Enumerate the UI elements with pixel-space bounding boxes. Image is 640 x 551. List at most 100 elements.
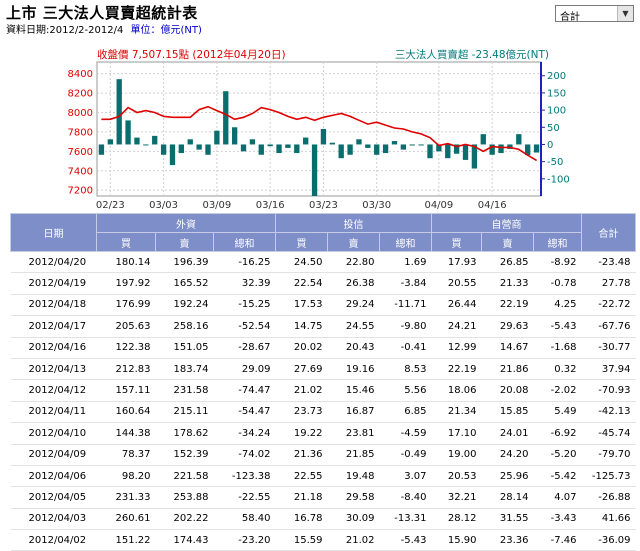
net-bar bbox=[152, 135, 158, 145]
table-cell: -3.43 bbox=[533, 508, 582, 531]
left-tick-label: 7800 bbox=[68, 127, 93, 138]
net-bar bbox=[294, 144, 300, 154]
table-cell: -30.77 bbox=[581, 337, 636, 359]
table-cell: 21.02 bbox=[275, 379, 328, 402]
net-bar bbox=[338, 144, 344, 159]
net-bar bbox=[240, 144, 247, 152]
table-cell: 258.16 bbox=[155, 315, 214, 338]
header-foreign: 外資 bbox=[96, 213, 276, 233]
left-tick-label: 7400 bbox=[68, 166, 93, 177]
header-foreign-net: 總和 bbox=[213, 232, 276, 252]
table-cell: 28.14 bbox=[481, 486, 534, 509]
table-cell: 22.19 bbox=[481, 294, 534, 317]
table-cell: 192.24 bbox=[155, 294, 214, 317]
table-row: 2012/04/05 231.33 253.88 -22.55 21.18 29.58 -8… bbox=[10, 486, 636, 509]
net-bar bbox=[231, 127, 238, 145]
table-cell: 26.85 bbox=[481, 251, 534, 274]
table-cell: 98.20 bbox=[96, 465, 156, 488]
table-cell: -1.68 bbox=[533, 337, 582, 359]
net-bar bbox=[205, 144, 211, 155]
table-cell: -34.24 bbox=[213, 422, 276, 445]
page-title: 上市 三大法人買賣超統計表 bbox=[6, 4, 198, 22]
chart-right-caption: 三大法人買賣超 -23.48億元(NT) bbox=[395, 48, 549, 61]
table-row: 2012/04/16 122.38 151.05 -28.67 20.02 20.43 -0… bbox=[10, 337, 636, 359]
chart-left-caption: 收盤價 7,507.15點 (2012年04月20日) bbox=[97, 48, 286, 61]
cell-date: 2012/04/18 bbox=[10, 294, 97, 317]
table-cell: 24.55 bbox=[327, 315, 380, 338]
table-cell: 5.56 bbox=[379, 379, 432, 402]
table-cell: 4.25 bbox=[533, 294, 582, 317]
table-cell: -16.25 bbox=[213, 251, 276, 274]
table-cell: 58.40 bbox=[213, 508, 276, 531]
net-bar bbox=[382, 144, 389, 154]
table-cell: 178.62 bbox=[155, 422, 214, 445]
net-bar bbox=[427, 144, 433, 159]
table-cell: -8.92 bbox=[533, 251, 582, 274]
table-cell: 22.19 bbox=[431, 358, 482, 381]
table-cell: 23.81 bbox=[327, 422, 380, 445]
table-cell: -74.47 bbox=[213, 379, 276, 402]
table-cell: 183.74 bbox=[155, 358, 214, 381]
net-bar bbox=[445, 144, 451, 159]
table-cell: -123.38 bbox=[213, 465, 276, 488]
x-tick-label: 03/30 bbox=[362, 200, 391, 211]
table-cell: 15.85 bbox=[481, 401, 534, 424]
net-bar bbox=[134, 137, 140, 145]
net-bar bbox=[516, 134, 522, 145]
table-cell: 20.55 bbox=[431, 272, 482, 295]
table-cell: 176.99 bbox=[96, 294, 156, 317]
net-bar bbox=[329, 142, 335, 145]
table-cell: 24.01 bbox=[481, 422, 534, 445]
net-bar bbox=[462, 144, 469, 160]
cell-date: 2012/04/16 bbox=[10, 337, 97, 359]
table-cell: -74.02 bbox=[213, 444, 276, 466]
right-tick-label: -50 bbox=[547, 157, 563, 168]
table-cell: 26.44 bbox=[431, 294, 482, 317]
table-cell: 253.88 bbox=[155, 486, 214, 509]
table-row: 2012/04/03 260.61 202.22 58.40 16.78 30.09 -13… bbox=[10, 508, 636, 531]
net-bar bbox=[533, 144, 540, 153]
table-cell: -5.43 bbox=[379, 529, 432, 551]
table-cell: 5.49 bbox=[533, 401, 582, 424]
right-tick-label: 200 bbox=[547, 71, 566, 82]
table-row: 2012/04/11 160.64 215.11 -54.47 23.73 16.87 6.… bbox=[10, 401, 636, 424]
cell-date: 2012/04/05 bbox=[10, 486, 97, 509]
net-bar bbox=[365, 144, 371, 148]
table-cell: -8.40 bbox=[379, 486, 432, 509]
table-cell: 20.08 bbox=[481, 379, 534, 402]
table-cell: 157.11 bbox=[96, 379, 156, 402]
table-cell: 20.53 bbox=[431, 465, 482, 488]
table-cell: 29.58 bbox=[327, 486, 380, 509]
table-cell: -15.25 bbox=[213, 294, 276, 317]
table-cell: -22.55 bbox=[213, 486, 276, 509]
table-cell: 231.58 bbox=[155, 379, 214, 402]
table-cell: -13.31 bbox=[379, 508, 432, 531]
table-cell: 41.66 bbox=[581, 508, 636, 531]
table-cell: 30.09 bbox=[327, 508, 380, 531]
table-row: 2012/04/10 144.38 178.62 -34.24 19.22 23.81 -4… bbox=[10, 422, 636, 445]
table-cell: -42.13 bbox=[581, 401, 636, 424]
table-cell: 21.85 bbox=[327, 444, 380, 466]
table-cell: 0.32 bbox=[533, 358, 582, 381]
table-cell: 23.36 bbox=[481, 529, 534, 551]
table-cell: -7.46 bbox=[533, 529, 582, 551]
table-cell: -0.78 bbox=[533, 272, 582, 295]
table-cell: 20.02 bbox=[275, 337, 328, 359]
table-row: 2012/04/13 212.83 183.74 29.09 27.69 19.16 8.5… bbox=[10, 358, 636, 381]
table-cell: 212.83 bbox=[96, 358, 156, 381]
table-cell: 231.33 bbox=[96, 486, 156, 509]
cell-date: 2012/04/11 bbox=[10, 401, 97, 424]
table-cell: 29.24 bbox=[327, 294, 380, 317]
net-bar bbox=[258, 144, 264, 155]
net-bar bbox=[285, 144, 291, 148]
table-cell: -28.67 bbox=[213, 337, 276, 359]
net-bar bbox=[223, 91, 229, 145]
cell-date: 2012/04/19 bbox=[10, 272, 97, 295]
net-bar bbox=[116, 79, 122, 145]
table-cell: 28.12 bbox=[431, 508, 482, 531]
table-cell: -2.02 bbox=[533, 379, 582, 402]
table-cell: -26.88 bbox=[581, 486, 636, 509]
cell-date: 2012/04/10 bbox=[10, 422, 97, 445]
net-bar bbox=[267, 144, 273, 147]
market-select[interactable]: 合計 ▼ bbox=[555, 5, 634, 23]
